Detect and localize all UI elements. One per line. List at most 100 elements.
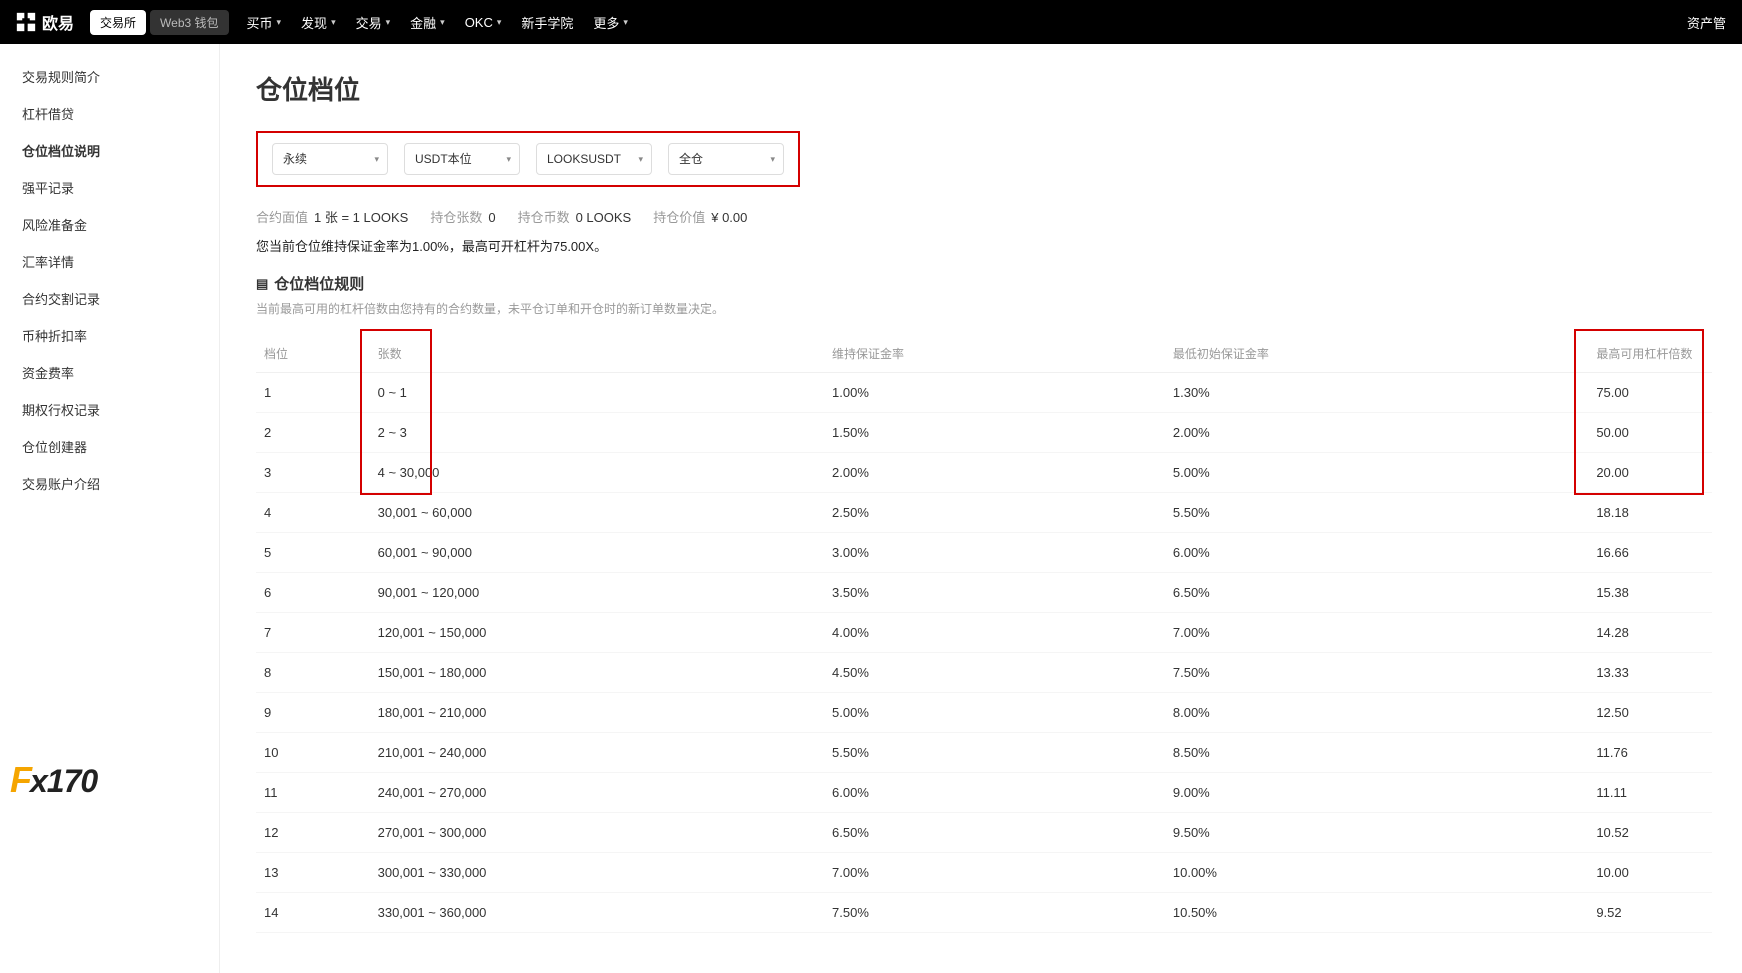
- cell-m1: 6.50%: [824, 813, 1165, 853]
- filter-select-3[interactable]: 全仓▾: [668, 143, 784, 175]
- top-nav: 欧易 交易所 Web3 钱包 买币▾ 发现▾ 交易▾ 金融▾ OKC▾ 新手学院 更多▾ 资…: [0, 0, 1742, 44]
- sidebar-item-4[interactable]: 风险准备金: [0, 206, 219, 243]
- sidebar-item-5[interactable]: 汇率详情: [0, 243, 219, 280]
- cell-m1: 5.50%: [824, 733, 1165, 773]
- cell-m1: 2.00%: [824, 453, 1165, 493]
- sidebar-item-3[interactable]: 强平记录: [0, 169, 219, 206]
- filter-select-0[interactable]: 永续▾: [272, 143, 388, 175]
- watermark-f: F: [10, 759, 32, 801]
- cell-tier: 2: [256, 413, 370, 453]
- table-row: 14330,001 ~ 360,0007.50%10.50%9.52: [256, 893, 1712, 933]
- col-max-leverage: 最高可用杠杆倍数: [1588, 335, 1712, 373]
- sidebar-item-0[interactable]: 交易规则简介: [0, 58, 219, 95]
- table-row: 690,001 ~ 120,0003.50%6.50%15.38: [256, 573, 1712, 613]
- cell-tier: 10: [256, 733, 370, 773]
- nav-4[interactable]: OKC▾: [465, 13, 502, 32]
- sidebar-item-1[interactable]: 杠杆借贷: [0, 95, 219, 132]
- page-title: 仓位档位: [256, 70, 1742, 107]
- rule-heading: ▤ 仓位档位规则: [256, 273, 1742, 294]
- sidebar-item-8[interactable]: 资金费率: [0, 354, 219, 391]
- sidebar-item-2[interactable]: 仓位档位说明: [0, 132, 219, 169]
- list-icon: ▤: [256, 276, 268, 292]
- cell-lev: 13.33: [1588, 653, 1712, 693]
- sidebar-item-10[interactable]: 仓位创建器: [0, 428, 219, 465]
- chevron-down-icon: ▾: [497, 17, 502, 28]
- cell-lev: 14.28: [1588, 613, 1712, 653]
- info-label-0: 合约面值: [256, 210, 308, 225]
- table-row: 9180,001 ~ 210,0005.00%8.00%12.50: [256, 693, 1712, 733]
- cell-lev: 9.52: [1588, 893, 1712, 933]
- assets-link[interactable]: 资产管: [1687, 13, 1726, 32]
- sidebar-item-11[interactable]: 交易账户介绍: [0, 465, 219, 502]
- main-content: 仓位档位 永续▾USDT本位▾LOOKSUSDT▾全仓▾ 合约面值1 张 = 1…: [220, 44, 1742, 973]
- cell-m1: 4.00%: [824, 613, 1165, 653]
- nav-2[interactable]: 交易▾: [356, 13, 391, 32]
- tab-exchange[interactable]: 交易所: [90, 10, 146, 35]
- info-value-2: 0 LOOKS: [576, 210, 632, 225]
- col-range: 张数: [370, 335, 824, 373]
- cell-lev: 12.50: [1588, 693, 1712, 733]
- cell-range: 4 ~ 30,000: [370, 453, 824, 493]
- cell-lev: 50.00: [1588, 413, 1712, 453]
- cell-tier: 5: [256, 533, 370, 573]
- cell-m1: 7.50%: [824, 893, 1165, 933]
- cell-m2: 6.00%: [1165, 533, 1588, 573]
- sidebar-item-6[interactable]: 合约交割记录: [0, 280, 219, 317]
- table-row: 34 ~ 30,0002.00%5.00%20.00: [256, 453, 1712, 493]
- cell-tier: 6: [256, 573, 370, 613]
- chevron-down-icon: ▾: [386, 17, 391, 28]
- table-row: 7120,001 ~ 150,0004.00%7.00%14.28: [256, 613, 1712, 653]
- sidebar-item-9[interactable]: 期权行权记录: [0, 391, 219, 428]
- nav-links: 买币▾ 发现▾ 交易▾ 金融▾ OKC▾ 新手学院 更多▾: [247, 13, 628, 32]
- nav-3[interactable]: 金融▾: [410, 13, 445, 32]
- cell-tier: 9: [256, 693, 370, 733]
- cell-m1: 1.00%: [824, 373, 1165, 413]
- cell-range: 60,001 ~ 90,000: [370, 533, 824, 573]
- info-value-1: 0: [488, 210, 495, 225]
- filter-panel: 永续▾ USDT本位▾ LOOKSUSDT▾ 全仓▾: [256, 131, 800, 187]
- cell-m1: 5.00%: [824, 693, 1165, 733]
- cell-range: 330,001 ~ 360,000: [370, 893, 824, 933]
- cell-range: 30,001 ~ 60,000: [370, 493, 824, 533]
- cell-m1: 4.50%: [824, 653, 1165, 693]
- chevron-down-icon: ▾: [623, 17, 628, 28]
- table-row: 22 ~ 31.50%2.00%50.00: [256, 413, 1712, 453]
- tab-web3-wallet[interactable]: Web3 钱包: [150, 10, 228, 35]
- col-tier: 档位: [256, 335, 370, 373]
- nav-1[interactable]: 发现▾: [301, 13, 336, 32]
- chevron-down-icon: ▾: [638, 144, 643, 174]
- chevron-down-icon: ▾: [770, 144, 775, 174]
- sidebar-item-7[interactable]: 币种折扣率: [0, 317, 219, 354]
- cell-range: 120,001 ~ 150,000: [370, 613, 824, 653]
- table-row: 10210,001 ~ 240,0005.50%8.50%11.76: [256, 733, 1712, 773]
- chevron-down-icon: ▾: [277, 17, 282, 28]
- cell-lev: 15.38: [1588, 573, 1712, 613]
- cell-m2: 1.30%: [1165, 373, 1588, 413]
- filter-select-1[interactable]: USDT本位▾: [404, 143, 520, 175]
- watermark-rest: x170: [30, 763, 97, 800]
- cell-tier: 1: [256, 373, 370, 413]
- brand-logo[interactable]: 欧易: [16, 10, 74, 34]
- cell-m2: 5.50%: [1165, 493, 1588, 533]
- cell-m1: 2.50%: [824, 493, 1165, 533]
- table-row: 12270,001 ~ 300,0006.50%9.50%10.52: [256, 813, 1712, 853]
- cell-lev: 10.00: [1588, 853, 1712, 893]
- table-row: 560,001 ~ 90,0003.00%6.00%16.66: [256, 533, 1712, 573]
- cell-m1: 7.00%: [824, 853, 1165, 893]
- cell-tier: 4: [256, 493, 370, 533]
- chevron-down-icon: ▾: [331, 17, 336, 28]
- cell-m1: 3.50%: [824, 573, 1165, 613]
- cell-tier: 12: [256, 813, 370, 853]
- sidebar: 交易规则简介杠杆借贷仓位档位说明强平记录风险准备金汇率详情合约交割记录币种折扣率…: [0, 44, 220, 973]
- nav-6[interactable]: 更多▾: [593, 13, 628, 32]
- chevron-down-icon: ▾: [440, 17, 445, 28]
- cell-range: 150,001 ~ 180,000: [370, 653, 824, 693]
- info-value-3: ¥ 0.00: [711, 210, 747, 225]
- nav-0[interactable]: 买币▾: [247, 13, 282, 32]
- cell-m2: 10.00%: [1165, 853, 1588, 893]
- main-inner: 永续▾USDT本位▾LOOKSUSDT▾全仓▾ 合约面值1 张 = 1 LOOK…: [256, 131, 1742, 933]
- nav-5[interactable]: 新手学院: [521, 13, 573, 32]
- product-tabs: 交易所 Web3 钱包: [90, 10, 228, 35]
- filter-select-2[interactable]: LOOKSUSDT▾: [536, 143, 652, 175]
- cell-m2: 2.00%: [1165, 413, 1588, 453]
